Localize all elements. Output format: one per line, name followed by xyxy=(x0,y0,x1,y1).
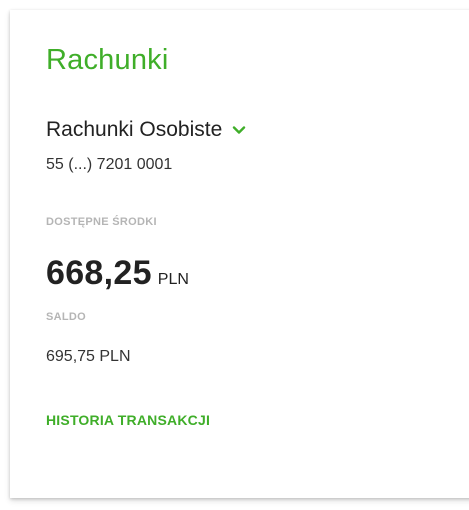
available-funds-value: 668,25 xyxy=(46,254,152,292)
account-number: 55 (...) 7201 0001 xyxy=(46,156,173,173)
available-funds-currency: PLN xyxy=(157,271,189,288)
available-funds: 668,25 PLN xyxy=(46,254,189,293)
chevron-down-icon[interactable] xyxy=(232,123,246,137)
balance-amount: 695,75 PLN xyxy=(46,348,131,365)
card-title: Rachunki xyxy=(46,44,169,76)
transaction-history-link[interactable]: HISTORIA TRANSAKCJI xyxy=(46,412,210,428)
account-name: Rachunki Osobiste xyxy=(46,118,223,141)
accounts-card: Rachunki Rachunki Osobiste 55 (...) 7201… xyxy=(10,10,469,498)
balance-label: SALDO xyxy=(46,311,86,323)
account-dropdown[interactable]: Rachunki Osobiste xyxy=(46,118,246,142)
available-funds-label: DOSTĘPNE ŚRODKI xyxy=(46,216,157,228)
